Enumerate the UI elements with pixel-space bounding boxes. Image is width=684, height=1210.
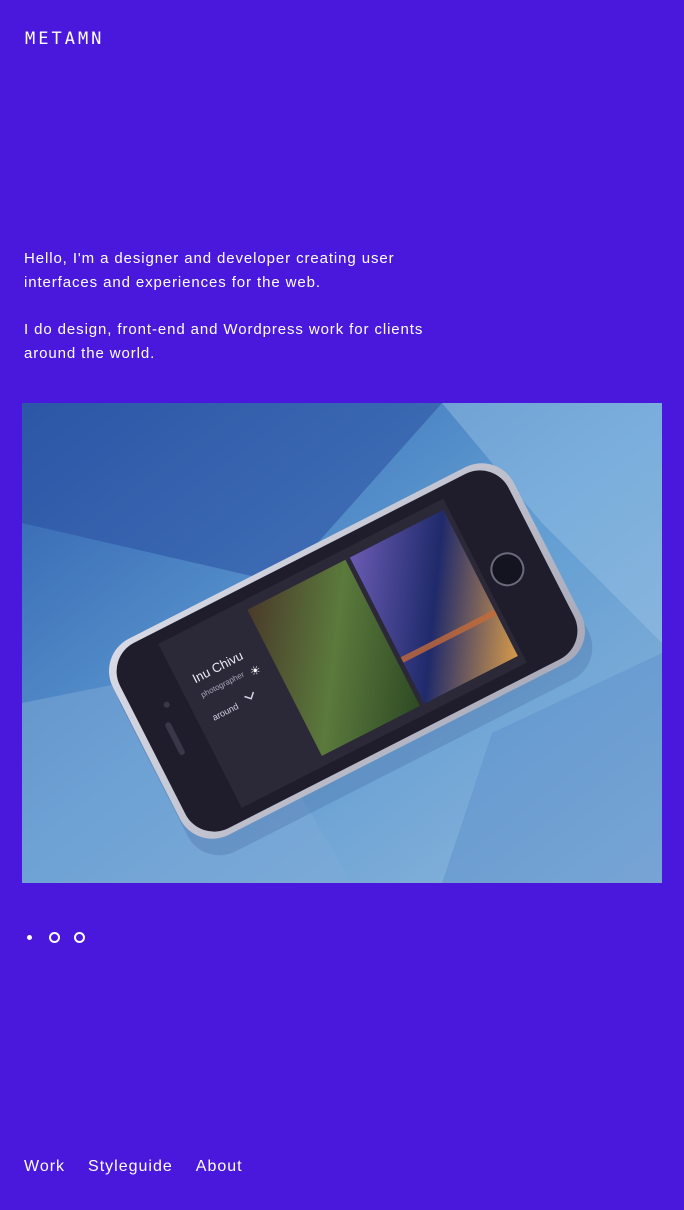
intro-paragraph: I do design, front-end and Wordpress wor… [24,321,424,362]
phone-mockup-illustration: Inu Chivu photographer around ☀ [22,403,662,883]
nav-link-work[interactable]: Work [24,1158,65,1176]
page: METAMN Hello, I'm a designer and develop… [0,0,684,1210]
hero-image: Inu Chivu photographer around ☀ [22,403,662,883]
footer-nav: Work Styleguide About [24,1158,243,1176]
carousel-dots [22,926,97,948]
nav-link-styleguide[interactable]: Styleguide [88,1158,173,1176]
carousel-dot[interactable] [72,926,97,948]
nav-link-about[interactable]: About [196,1158,243,1176]
intro-text: Hello, I'm a designer and developer crea… [24,247,454,389]
intro-paragraph: Hello, I'm a designer and developer crea… [24,250,395,291]
carousel-dot[interactable] [47,926,72,948]
carousel-dot-active[interactable] [22,926,47,948]
site-logo[interactable]: METAMN [25,29,104,49]
